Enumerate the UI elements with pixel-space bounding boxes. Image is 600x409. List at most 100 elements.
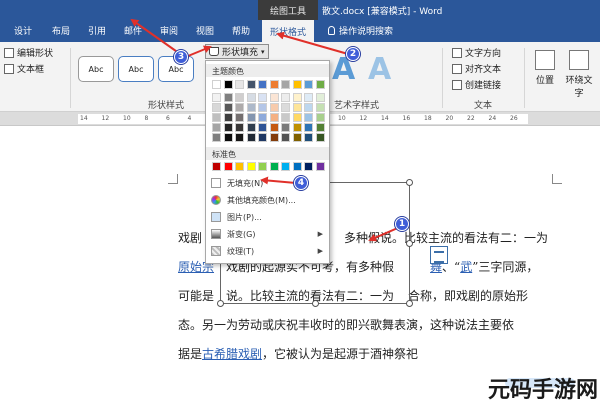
wrap-text-button[interactable]: 环绕文字 [562,50,596,99]
resize-handle[interactable] [406,179,413,186]
theme-color-shade-swatch[interactable] [258,93,267,102]
layout-options-icon[interactable] [430,246,448,264]
theme-color-shade-swatch[interactable] [223,123,233,132]
text-direction-button[interactable]: 文字方向 [452,46,501,59]
standard-color-swatch[interactable] [258,162,267,171]
theme-color-shade-swatch[interactable] [281,93,290,102]
theme-color-shade-swatch[interactable] [292,123,302,132]
theme-color-shade-swatch[interactable] [246,113,256,122]
tab-help[interactable]: 帮助 [232,24,250,37]
standard-color-swatch[interactable] [246,162,256,171]
shape-style-2[interactable]: Abc [118,56,154,82]
theme-color-shade-swatch[interactable] [246,93,256,102]
tab-references[interactable]: 引用 [88,24,106,37]
theme-color-shade-swatch[interactable] [315,103,325,112]
resize-handle[interactable] [312,300,319,307]
theme-color-swatch[interactable] [281,80,290,89]
theme-color-swatch[interactable] [304,80,313,89]
standard-color-swatch[interactable] [235,162,244,171]
theme-color-shade-swatch[interactable] [281,103,290,112]
tab-layout[interactable]: 布局 [52,24,70,37]
theme-color-shade-swatch[interactable] [223,93,233,102]
theme-color-shade-swatch[interactable] [223,133,233,142]
theme-color-shade-swatch[interactable] [212,133,221,142]
theme-color-shade-swatch[interactable] [304,113,313,122]
resize-handle[interactable] [406,300,413,307]
tab-view[interactable]: 视图 [196,24,214,37]
theme-color-shade-swatch[interactable] [223,113,233,122]
theme-color-swatch[interactable] [235,80,244,89]
theme-color-shade-swatch[interactable] [235,103,244,112]
standard-color-swatch[interactable] [269,162,279,171]
theme-color-shade-swatch[interactable] [315,113,325,122]
theme-color-shade-swatch[interactable] [235,123,244,132]
theme-color-shade-swatch[interactable] [212,93,221,102]
standard-color-swatch[interactable] [223,162,233,171]
theme-color-swatch[interactable] [246,80,256,89]
theme-color-shade-swatch[interactable] [269,133,279,142]
theme-color-shade-swatch[interactable] [269,93,279,102]
align-text-button[interactable]: 对齐文本 [452,62,501,75]
theme-color-shade-swatch[interactable] [304,123,313,132]
theme-color-shade-swatch[interactable] [235,113,244,122]
theme-color-shade-swatch[interactable] [212,123,221,132]
theme-color-shade-swatch[interactable] [281,123,290,132]
theme-color-swatch[interactable] [292,80,302,89]
theme-color-shade-swatch[interactable] [292,103,302,112]
picture-fill-item[interactable]: 图片(P)... [206,209,329,225]
link-ancient-greek-drama[interactable]: 古希腊戏剧 [202,347,262,361]
shape-fill-button[interactable]: 形状填充 ▾ [205,44,269,59]
standard-color-swatch[interactable] [212,162,221,171]
theme-color-shade-swatch[interactable] [258,123,267,132]
theme-color-swatch[interactable] [315,80,325,89]
link-wu-martial[interactable]: 武 [460,260,472,274]
theme-color-shade-swatch[interactable] [315,133,325,142]
theme-color-shade-swatch[interactable] [315,123,325,132]
tab-review[interactable]: 审阅 [160,24,178,37]
tab-mailings[interactable]: 邮件 [124,24,142,37]
theme-color-shade-swatch[interactable] [304,103,313,112]
shape-style-1[interactable]: Abc [78,56,114,82]
text-box-button[interactable]: 文本框 [4,62,44,75]
wordart-style-2-icon[interactable]: A [368,52,391,87]
tab-shape-format[interactable]: 形状格式 [262,20,315,42]
edit-shape-button[interactable]: 编辑形状 [4,46,53,59]
theme-color-shade-swatch[interactable] [281,133,290,142]
standard-color-swatch[interactable] [281,162,290,171]
theme-color-shade-swatch[interactable] [258,113,267,122]
theme-color-shade-swatch[interactable] [269,113,279,122]
theme-color-shade-swatch[interactable] [235,93,244,102]
gradient-fill-item[interactable]: 渐变(G) ▶ [206,226,329,242]
theme-color-shade-swatch[interactable] [235,133,244,142]
standard-color-swatch[interactable] [292,162,302,171]
theme-color-shade-swatch[interactable] [304,93,313,102]
theme-color-shade-swatch[interactable] [223,103,233,112]
texture-fill-item[interactable]: 纹理(T) ▶ [206,243,329,259]
theme-color-shade-swatch[interactable] [258,103,267,112]
theme-color-shade-swatch[interactable] [292,133,302,142]
theme-color-swatch[interactable] [212,80,221,89]
tab-design[interactable]: 设计 [14,24,32,37]
theme-color-swatch[interactable] [223,80,233,89]
theme-color-swatch[interactable] [269,80,279,89]
theme-color-swatch[interactable] [258,80,267,89]
resize-handle[interactable] [406,240,413,247]
create-link-button[interactable]: 创建链接 [452,78,501,91]
resize-handle[interactable] [217,300,224,307]
standard-color-swatch[interactable] [304,162,313,171]
theme-color-shade-swatch[interactable] [246,103,256,112]
standard-color-swatch[interactable] [315,162,325,171]
position-button[interactable]: 位置 [528,50,562,86]
theme-color-shade-swatch[interactable] [269,123,279,132]
theme-color-shade-swatch[interactable] [304,133,313,142]
theme-color-shade-swatch[interactable] [212,113,221,122]
theme-color-shade-swatch[interactable] [269,103,279,112]
theme-color-shade-swatch[interactable] [281,113,290,122]
theme-color-shade-swatch[interactable] [246,123,256,132]
no-fill-item[interactable]: 无填充(N) [206,175,329,191]
tab-tell-me[interactable]: 操作说明搜索 [328,24,393,37]
theme-color-shade-swatch[interactable] [246,133,256,142]
theme-color-shade-swatch[interactable] [212,103,221,112]
theme-color-shade-swatch[interactable] [292,113,302,122]
theme-color-shade-swatch[interactable] [315,93,325,102]
